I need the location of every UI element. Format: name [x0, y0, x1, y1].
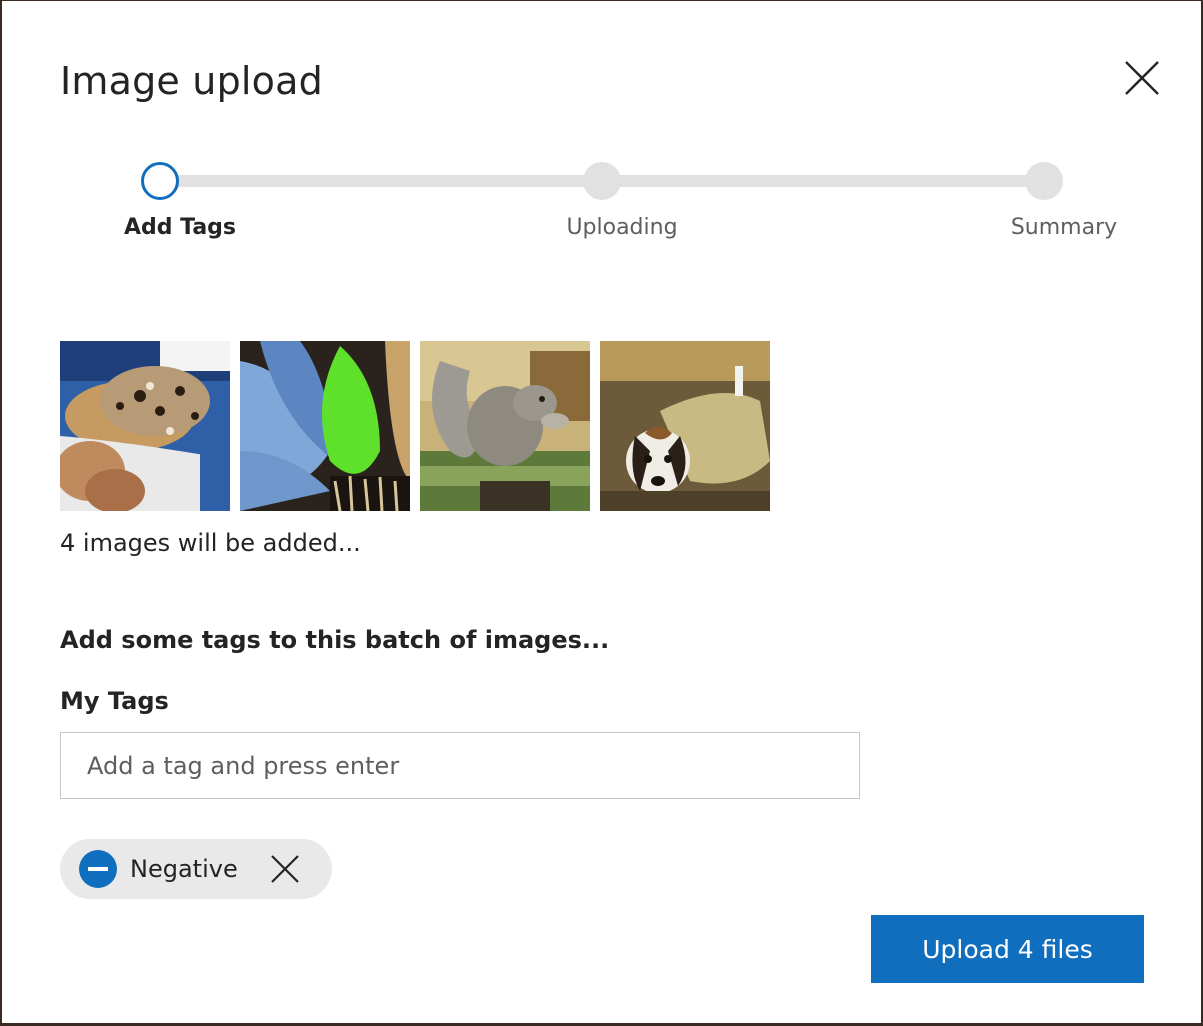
my-tags-label: My Tags [60, 687, 169, 715]
minus-circle-icon [79, 850, 117, 888]
step-label-uploading: Uploading [566, 215, 678, 240]
upload-dialog: Image upload Add Tags Uploading Summary [0, 0, 1203, 1026]
tag-chip-label: Negative [130, 855, 238, 883]
tag-chip: Negative [60, 839, 332, 899]
tag-input[interactable] [60, 732, 860, 799]
thumbnail-ice-cream-taco[interactable] [60, 341, 230, 511]
images-count-text: 4 images will be added... [60, 529, 361, 557]
thumbnail-squirrel[interactable] [420, 341, 590, 511]
close-icon [271, 855, 299, 883]
thumbnail-strip [60, 341, 770, 511]
remove-tag-button[interactable] [268, 852, 302, 886]
thumbnail-beagle[interactable] [600, 341, 770, 511]
step-indicator-add-tags [141, 162, 179, 200]
step-indicator-uploading [583, 162, 621, 200]
thumbnail-flower-petals[interactable] [240, 341, 410, 511]
tags-section-heading: Add some tags to this batch of images... [60, 626, 610, 654]
step-label-add-tags: Add Tags [123, 215, 237, 240]
upload-files-button[interactable]: Upload 4 files [871, 915, 1144, 983]
step-label-summary: Summary [1010, 215, 1118, 240]
progress-stepper: Add Tags Uploading Summary [2, 1, 1203, 261]
step-indicator-summary [1025, 162, 1063, 200]
